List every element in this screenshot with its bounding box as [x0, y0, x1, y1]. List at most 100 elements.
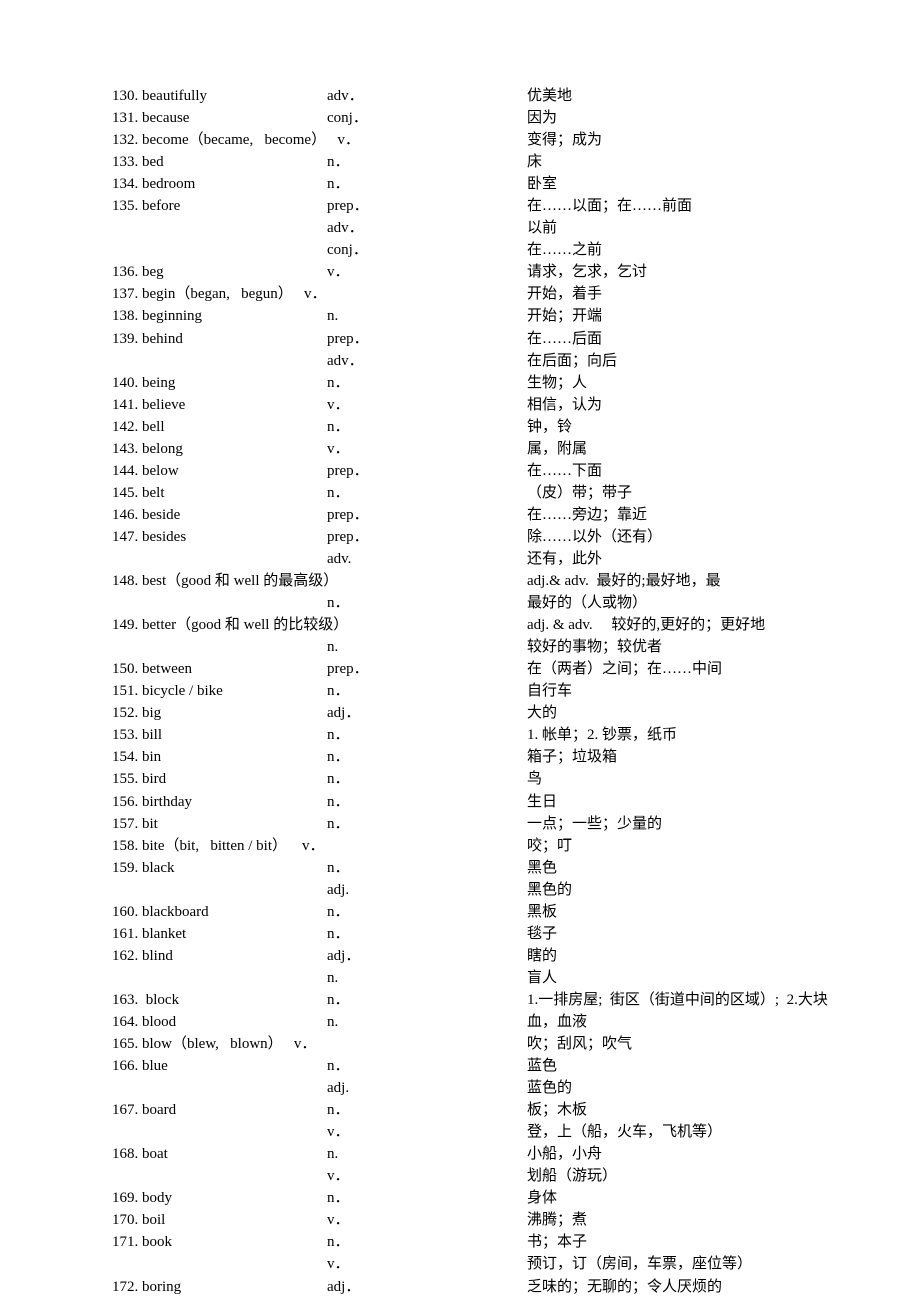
word-column: 167. board	[0, 1099, 327, 1121]
word-column: 141. believe	[0, 394, 327, 416]
vocab-row: 134. bedroomn．卧室	[0, 173, 920, 195]
word-column: 152. big	[0, 702, 327, 724]
definition-column: 吹；刮风；吹气	[527, 1033, 920, 1055]
definition-column: 黑色的	[527, 879, 920, 901]
vocab-row: 151. bicycle / biken．自行车	[0, 680, 920, 702]
vocab-row: 130. beautifullyadv．优美地	[0, 85, 920, 107]
definition-column: 开始；开端	[527, 305, 920, 327]
word-column: 133. bed	[0, 151, 327, 173]
pos-column: n．	[327, 151, 527, 173]
definition-column: 较好的事物；较优者	[527, 636, 920, 658]
vocab-row: 131. becauseconj．因为	[0, 107, 920, 129]
pos-column	[327, 1033, 527, 1055]
word-column: 149. better（good 和 well 的比较级）	[0, 614, 327, 636]
pos-column: n．	[327, 746, 527, 768]
pos-column: n.	[327, 1143, 527, 1165]
definition-column: 蓝色的	[527, 1077, 920, 1099]
definition-column: 在……旁边；靠近	[527, 504, 920, 526]
pos-column: v．	[327, 1253, 527, 1275]
word-column	[0, 879, 327, 901]
word-column: 135. before	[0, 195, 327, 217]
vocab-row: adv．在后面；向后	[0, 350, 920, 372]
definition-column: 优美地	[527, 85, 920, 107]
definition-column: 鸟	[527, 768, 920, 790]
pos-column	[327, 129, 527, 151]
word-column: 151. bicycle / bike	[0, 680, 327, 702]
definition-column: 小船，小舟	[527, 1143, 920, 1165]
word-column: 172. boring	[0, 1276, 327, 1298]
word-column: 140. being	[0, 372, 327, 394]
pos-column: n．	[327, 482, 527, 504]
definition-column: 最好的（人或物）	[527, 592, 920, 614]
vocab-row: 153. billn．1. 帐单；2. 钞票，纸币	[0, 724, 920, 746]
definition-column: 瞎的	[527, 945, 920, 967]
definition-column: 生物；人	[527, 372, 920, 394]
vocab-row: 152. bigadj．大的	[0, 702, 920, 724]
definition-column: 登，上（船，火车，飞机等）	[527, 1121, 920, 1143]
definition-column: 还有，此外	[527, 548, 920, 570]
pos-column: n．	[327, 791, 527, 813]
pos-column: prep．	[327, 195, 527, 217]
vocab-row: 141. believev．相信，认为	[0, 394, 920, 416]
pos-column: n.	[327, 305, 527, 327]
pos-column: v．	[327, 438, 527, 460]
word-column: 137. begin（began, begun） v．	[0, 283, 327, 305]
word-column	[0, 967, 327, 989]
word-column: 157. bit	[0, 813, 327, 835]
pos-column: n．	[327, 173, 527, 195]
vocab-row: conj．在……之前	[0, 239, 920, 261]
vocab-row: 167. boardn．板；木板	[0, 1099, 920, 1121]
vocab-row: 148. best（good 和 well 的最高级）adj.& adv. 最好…	[0, 570, 920, 592]
pos-column: n．	[327, 768, 527, 790]
pos-column	[327, 614, 527, 636]
pos-column: adj.	[327, 879, 527, 901]
pos-column: n．	[327, 1231, 527, 1253]
vocab-row: 138. beginningn.开始；开端	[0, 305, 920, 327]
definition-column: adj.& adv. 最好的;最好地，最	[527, 570, 920, 592]
vocab-row: 150. betweenprep．在（两者）之间；在……中间	[0, 658, 920, 680]
pos-column: conj．	[327, 107, 527, 129]
word-column: 158. bite（bit, bitten / bit） v．	[0, 835, 327, 857]
word-column	[0, 1077, 327, 1099]
word-column: 169. body	[0, 1187, 327, 1209]
vocab-row: 154. binn．箱子；垃圾箱	[0, 746, 920, 768]
vocab-row: 149. better（good 和 well 的比较级）adj. & adv.…	[0, 614, 920, 636]
vocab-row: 146. besideprep．在……旁边；靠近	[0, 504, 920, 526]
pos-column: v．	[327, 394, 527, 416]
pos-column: n．	[327, 1099, 527, 1121]
definition-column: 蓝色	[527, 1055, 920, 1077]
pos-column: prep．	[327, 658, 527, 680]
pos-column	[327, 835, 527, 857]
word-column	[0, 548, 327, 570]
word-column: 168. boat	[0, 1143, 327, 1165]
word-column: 159. black	[0, 857, 327, 879]
pos-column: v．	[327, 1209, 527, 1231]
vocab-row: 171. bookn．书；本子	[0, 1231, 920, 1253]
pos-column: n．	[327, 901, 527, 923]
pos-column: n．	[327, 989, 527, 1011]
vocabulary-page: 130. beautifullyadv．优美地131. becauseconj．…	[0, 85, 920, 1298]
pos-column: n．	[327, 857, 527, 879]
vocab-row: 139. behindprep．在……后面	[0, 328, 920, 350]
vocab-row: 163. blockn．1.一排房屋; 街区（街道中间的区域）; 2.大块	[0, 989, 920, 1011]
word-column: 166. blue	[0, 1055, 327, 1077]
pos-column: adj．	[327, 1276, 527, 1298]
definition-column: 钟，铃	[527, 416, 920, 438]
vocab-row: v．划船（游玩）	[0, 1165, 920, 1187]
word-column: 170. boil	[0, 1209, 327, 1231]
pos-column: prep．	[327, 328, 527, 350]
pos-column	[327, 283, 527, 305]
definition-column: 因为	[527, 107, 920, 129]
vocab-row: 155. birdn．鸟	[0, 768, 920, 790]
definition-column: （皮）带；带子	[527, 482, 920, 504]
vocab-row: 172. boringadj．乏味的；无聊的；令人厌烦的	[0, 1276, 920, 1298]
pos-column: adj．	[327, 702, 527, 724]
definition-column: 开始，着手	[527, 283, 920, 305]
vocab-row: 166. bluen．蓝色	[0, 1055, 920, 1077]
word-column	[0, 239, 327, 261]
word-column: 150. between	[0, 658, 327, 680]
word-column: 160. blackboard	[0, 901, 327, 923]
vocab-row: adv．以前	[0, 217, 920, 239]
definition-column: 箱子；垃圾箱	[527, 746, 920, 768]
definition-column: 沸腾；煮	[527, 1209, 920, 1231]
